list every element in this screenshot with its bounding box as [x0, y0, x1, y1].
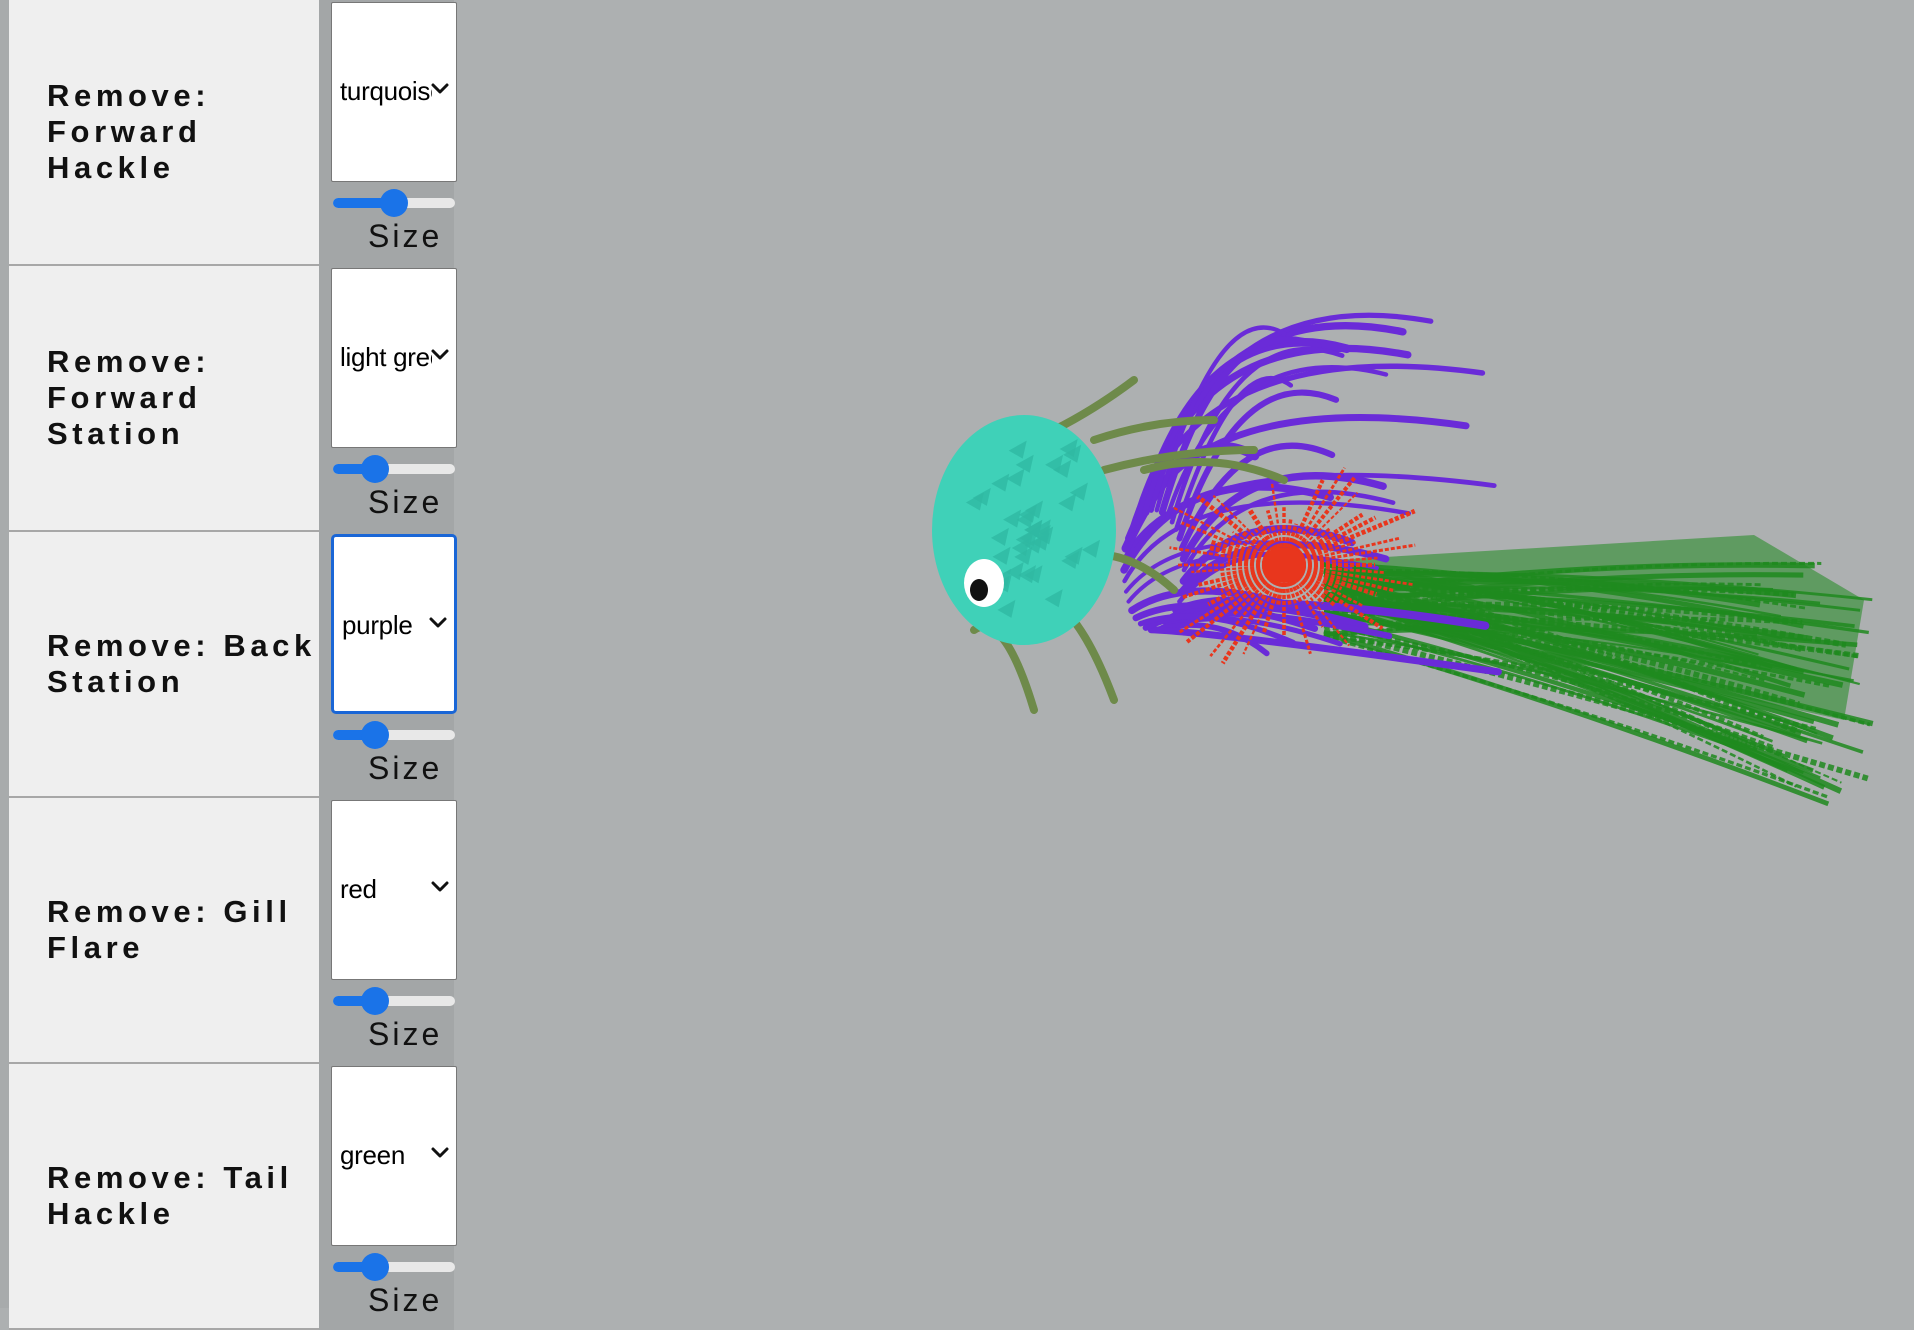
- row-label-cell: Remove: Forward Station: [9, 266, 319, 532]
- control-row-back-station: Remove: Back Station purple Size: [9, 532, 457, 798]
- forward-station-color-select[interactable]: light green: [331, 268, 457, 448]
- fly-model-render: [932, 312, 1874, 807]
- remove-forward-hackle-label[interactable]: Remove: Forward Hackle: [47, 78, 317, 186]
- slider-thumb[interactable]: [361, 721, 390, 749]
- control-row-forward-station: Remove: Forward Station light green Size: [9, 266, 457, 532]
- gill-flare-size-slider[interactable]: [333, 987, 455, 1015]
- control-cell: purple Size: [319, 532, 457, 798]
- select-value: purple: [342, 610, 413, 640]
- chevron-down-icon: [431, 1147, 449, 1158]
- fly-eye: [964, 559, 1004, 607]
- left-edge: [0, 0, 9, 1308]
- remove-back-station-label[interactable]: Remove: Back Station: [47, 628, 317, 700]
- size-label: Size: [368, 750, 443, 786]
- back-station-size-slider[interactable]: [333, 721, 455, 749]
- chevron-down-icon: [431, 83, 449, 94]
- back-station-render: [1120, 312, 1502, 676]
- slider-thumb[interactable]: [361, 455, 390, 483]
- size-label: Size: [368, 1282, 443, 1318]
- select-value: red: [340, 874, 377, 904]
- back-station-color-select[interactable]: purple: [331, 534, 457, 714]
- control-row-tail-hackle: Remove: Tail Hackle green Size: [9, 1064, 457, 1330]
- gill-flare-color-select[interactable]: red: [331, 800, 457, 980]
- row-label-cell: Remove: Gill Flare: [9, 798, 319, 1064]
- control-row-gill-flare: Remove: Gill Flare red Size: [9, 798, 457, 1064]
- chevron-down-icon: [431, 881, 449, 892]
- control-cell: red Size: [319, 798, 457, 1064]
- select-value: green: [340, 1140, 405, 1170]
- tail-hackle-render: [1322, 535, 1874, 807]
- slider-thumb[interactable]: [361, 987, 390, 1015]
- forward-station-size-slider[interactable]: [333, 455, 455, 483]
- control-row-forward-hackle: Remove: Forward Hackle turquoise Size: [9, 0, 457, 266]
- size-label: Size: [368, 1016, 443, 1052]
- tail-hackle-color-select[interactable]: green: [331, 1066, 457, 1246]
- control-panel: Remove: Forward Hackle turquoise Size Re…: [9, 0, 457, 1330]
- control-cell: green Size: [319, 1064, 457, 1330]
- row-label-cell: Remove: Back Station: [9, 532, 319, 798]
- tail-hackle-size-slider[interactable]: [333, 1253, 455, 1281]
- control-cell: turquoise Size: [319, 0, 457, 266]
- chevron-down-icon: [431, 349, 449, 360]
- row-label-cell: Remove: Tail Hackle: [9, 1064, 319, 1330]
- forward-hackle-render: [932, 415, 1116, 645]
- select-value: turquoise: [340, 76, 432, 106]
- remove-tail-hackle-label[interactable]: Remove: Tail Hackle: [47, 1160, 317, 1232]
- forward-hackle-size-slider[interactable]: [333, 189, 455, 217]
- control-cell: light green Size: [319, 266, 457, 532]
- select-value: light green: [340, 342, 432, 372]
- 3d-fly-viewport[interactable]: [454, 0, 1914, 1308]
- remove-forward-station-label[interactable]: Remove: Forward Station: [47, 344, 317, 452]
- row-label-cell: Remove: Forward Hackle: [9, 0, 319, 266]
- slider-thumb[interactable]: [380, 189, 408, 217]
- size-label: Size: [368, 218, 443, 254]
- remove-gill-flare-label[interactable]: Remove: Gill Flare: [47, 894, 317, 966]
- chevron-down-icon: [429, 617, 447, 628]
- slider-thumb[interactable]: [361, 1253, 390, 1281]
- forward-hackle-color-select[interactable]: turquoise: [331, 2, 457, 182]
- size-label: Size: [368, 484, 443, 520]
